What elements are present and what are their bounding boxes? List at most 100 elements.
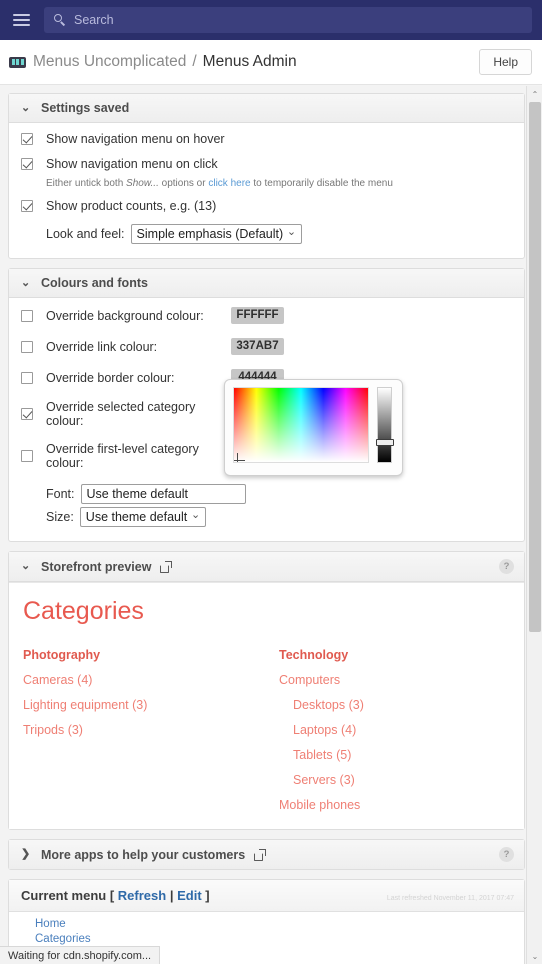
current-menu-title-mid: | [166,888,178,903]
vertical-scrollbar[interactable]: ⌃ ⌄ [526,86,542,964]
preview-item[interactable]: Laptops (4) [279,723,524,737]
look-and-feel-label: Look and feel: [46,227,125,241]
menus-app-icon [9,56,26,68]
breadcrumb-separator: / [192,53,197,70]
brightness-slider-handle[interactable] [376,439,394,446]
checkbox-show-menu-on-hover[interactable] [21,133,33,145]
refresh-link[interactable]: Refresh [118,888,166,903]
chevron-right-icon: ❯ [21,848,31,860]
look-and-feel-select[interactable]: Simple emphasis (Default) [130,224,303,244]
current-menu-title: Current menu [ Refresh | Edit ] [21,888,210,903]
breadcrumb-app-name[interactable]: Menus Uncomplicated [33,53,186,71]
option-row-click[interactable]: Show navigation menu on click [21,157,512,171]
preview-item[interactable]: Mobile phones [279,798,524,812]
saturation-value-gradient[interactable] [233,387,369,463]
colours-and-fonts-header[interactable]: ⌄ Colours and fonts [9,269,524,298]
option-row-hover[interactable]: Show navigation menu on hover [21,132,512,146]
chevron-down-icon: ⌄ [21,560,31,572]
preview-heading: Categories [23,597,144,625]
preview-item[interactable]: Cameras (4) [23,673,279,687]
preview-column-technology: Technology Computers Desktops (3) Laptop… [279,648,524,823]
current-menu-header: Current menu [ Refresh | Edit ] Last ref… [9,880,524,912]
crosshair-cursor-icon[interactable] [234,453,245,462]
label-show-product-counts: Show product counts, e.g. (13) [46,199,217,213]
size-field: Size: Use theme default [46,507,512,527]
look-and-feel-field: Look and feel: Simple emphasis (Default) [46,224,512,244]
checkbox-override-link-colour[interactable] [21,340,33,353]
hint-middle: options or [158,178,209,189]
more-apps-header[interactable]: ❯ More apps to help your customers ? [9,840,524,869]
chevron-down-icon: ⌄ [21,276,31,289]
settings-saved-panel: ⌄ Settings saved Show navigation menu on… [8,93,525,259]
checkbox-override-selected-category-colour[interactable] [21,408,33,420]
hint-suffix: to temporarily disable the menu [250,178,393,189]
tree-item[interactable]: Categories [35,933,524,945]
search-input[interactable]: Search [44,7,532,33]
input-link-colour[interactable]: 337AB7 [231,338,284,355]
search-icon [54,14,66,26]
font-input[interactable]: Use theme default [80,484,246,504]
option-row-product-counts[interactable]: Show product counts, e.g. (13) [21,199,512,213]
checkbox-override-border-colour[interactable] [21,371,33,384]
external-link-icon[interactable] [160,560,173,573]
edit-link[interactable]: Edit [177,888,202,903]
scroll-down-arrow-icon[interactable]: ⌄ [527,948,542,964]
settings-saved-body: Show navigation menu on hover Show navig… [9,123,524,258]
size-label: Size: [46,510,74,524]
top-navigation-bar: Search [0,0,542,40]
external-link-icon[interactable] [254,848,267,861]
label-override-border-colour: Override border colour: [46,370,175,385]
help-button[interactable]: Help [479,49,532,75]
size-select[interactable]: Use theme default [79,507,207,527]
storefront-preview-panel: ⌄ Storefront preview ? Categories Photog… [8,551,525,830]
help-icon[interactable]: ? [499,847,514,862]
checkbox-show-menu-on-click[interactable] [21,158,33,170]
current-menu-title-prefix: Current menu [ [21,888,118,903]
tree-item[interactable]: Home [35,918,524,930]
page-body: ⌄ Settings saved Show navigation menu on… [0,85,542,964]
scrollbar-thumb[interactable] [529,102,541,632]
label-override-first-level-category-colour: Override first-level category colour: [46,442,199,470]
preview-column-photography: Photography Cameras (4) Lighting equipme… [23,648,279,823]
preview-columns: Photography Cameras (4) Lighting equipme… [23,648,524,823]
more-apps-panel: ❯ More apps to help your customers ? [8,839,525,870]
checkbox-show-product-counts[interactable] [21,200,33,212]
browser-status-bar: Waiting for cdn.shopify.com... [0,946,161,964]
current-menu-title-suffix: ] [201,888,210,903]
browser-window: Search Menus Uncomplicated / Menus Admin… [0,0,542,964]
colour-picker-popup[interactable] [224,379,403,476]
label-show-menu-on-click: Show navigation menu on click [46,157,218,171]
disable-menu-hint: Either untick both Show... options or cl… [46,178,512,189]
colour-row-link: Override link colour: 337AB7 [21,338,512,355]
brightness-slider[interactable] [376,387,394,463]
preview-item[interactable]: Lighting equipment (3) [23,698,279,712]
help-icon[interactable]: ? [499,559,514,574]
checkbox-override-background-colour[interactable] [21,309,33,322]
preview-column-header[interactable]: Photography [23,648,279,662]
checkbox-override-first-level-category-colour[interactable] [21,450,33,462]
white-overlay-gradient [234,388,368,462]
colour-row-background: Override background colour: FFFFFF [21,307,512,324]
breadcrumb-bar: Menus Uncomplicated / Menus Admin Help [0,40,542,85]
preview-item[interactable]: Tripods (3) [23,723,279,737]
storefront-preview-header[interactable]: ⌄ Storefront preview ? [9,552,524,582]
hamburger-menu-icon[interactable] [8,7,34,33]
preview-column-header[interactable]: Technology [279,648,524,662]
hint-prefix: Either untick both [46,178,127,189]
settings-saved-header[interactable]: ⌄ Settings saved [9,94,524,123]
hint-emphasis: Show... [126,178,159,189]
scroll-up-arrow-icon[interactable]: ⌃ [527,86,542,102]
storefront-preview-content: Categories Photography Cameras (4) Light… [9,582,524,829]
preview-item[interactable]: Computers [279,673,524,687]
label-override-selected-category-colour: Override selected category colour: [46,400,196,428]
preview-item[interactable]: Tablets (5) [279,748,524,762]
preview-item[interactable]: Servers (3) [279,773,524,787]
click-here-link[interactable]: click here [208,178,250,189]
settings-saved-title: Settings saved [41,101,130,115]
storefront-preview-title: Storefront preview [41,559,152,574]
input-background-colour[interactable]: FFFFFF [231,307,284,324]
label-show-menu-on-hover: Show navigation menu on hover [46,132,225,146]
search-placeholder: Search [74,13,114,27]
last-refreshed-timestamp: Last refreshed November 11, 2017 07:47 [386,895,514,902]
preview-item[interactable]: Desktops (3) [279,698,524,712]
